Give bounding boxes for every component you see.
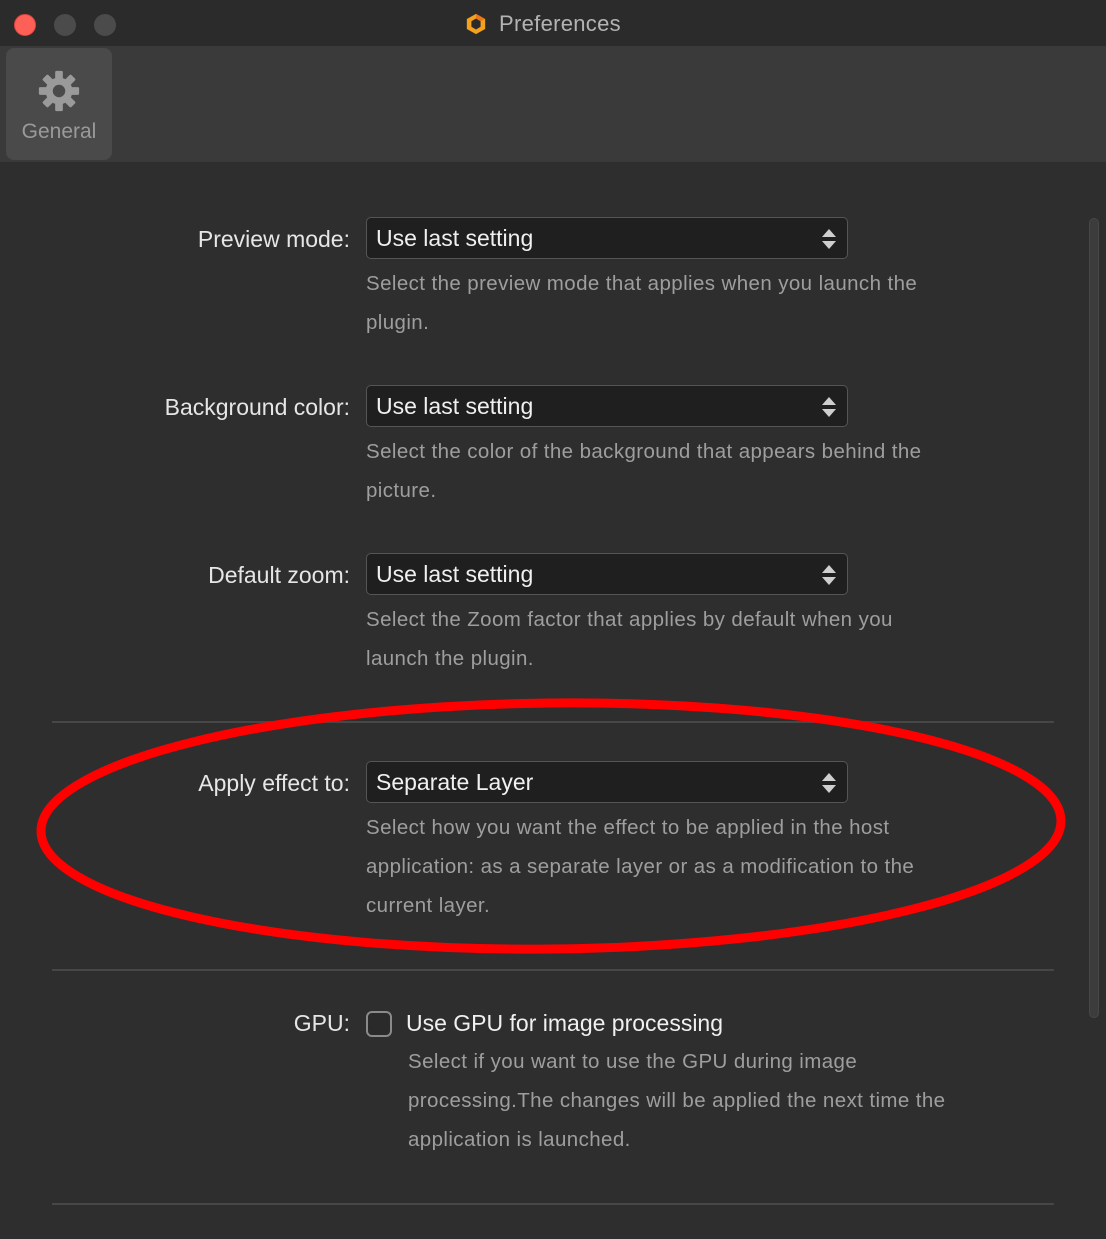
tab-general[interactable]: General [6, 48, 112, 160]
preview-mode-label: Preview mode: [197, 226, 350, 252]
description-line: Select the Zoom factor that applies by d… [366, 608, 893, 631]
description-line: application: as a separate layer or as a… [366, 855, 915, 878]
description-line: plugin. [366, 311, 430, 334]
apply-effect-description: Select how you want the effect to be app… [366, 808, 1026, 925]
select-arrows-icon [822, 397, 836, 417]
window-title: Preferences [499, 11, 621, 36]
preview-mode-description: Select the preview mode that applies whe… [366, 264, 1026, 342]
window-title-area: Preferences [0, 0, 1106, 48]
default-zoom-description: Select the Zoom factor that applies by d… [366, 600, 1026, 678]
description-line: current layer. [366, 894, 491, 917]
description-line: application is launched. [408, 1128, 631, 1151]
preview-mode-select[interactable]: Use last setting [366, 217, 848, 259]
description-line: Select if you want to use the GPU during… [408, 1050, 858, 1073]
tab-general-label: General [21, 120, 97, 143]
select-arrows-icon [822, 773, 836, 793]
description-line: Select how you want the effect to be app… [366, 816, 890, 839]
section-divider [52, 1203, 1054, 1205]
gear-icon [38, 70, 80, 112]
apply-effect-value: Separate Layer [376, 769, 534, 795]
default-zoom-value: Use last setting [376, 561, 534, 587]
gpu-label: GPU: [293, 1010, 350, 1036]
select-arrows-icon [822, 565, 836, 585]
select-arrows-icon [822, 229, 836, 249]
preferences-window: Preferences General Preview mode: Use la… [0, 0, 1106, 1239]
description-line: picture. [366, 479, 437, 502]
section-divider [52, 721, 1054, 723]
background-color-value: Use last setting [376, 393, 534, 419]
description-line: launch the plugin. [366, 647, 534, 670]
hexagon-logo-icon [466, 13, 486, 35]
title-bar: Preferences [0, 0, 1106, 48]
vertical-scrollbar[interactable] [1089, 218, 1099, 1018]
section-divider [52, 969, 1054, 971]
description-line: Select the color of the background that … [366, 440, 922, 463]
gpu-description: Select if you want to use the GPU during… [408, 1042, 1048, 1159]
description-line: Select the preview mode that applies whe… [366, 272, 918, 295]
background-color-label: Background color: [164, 394, 350, 420]
apply-effect-label: Apply effect to: [198, 770, 350, 796]
gpu-checkbox[interactable] [366, 1011, 392, 1037]
preferences-content: Preview mode: Use last setting Select th… [0, 162, 1106, 1239]
preview-mode-value: Use last setting [376, 225, 534, 251]
default-zoom-select[interactable]: Use last setting [366, 553, 848, 595]
background-color-select[interactable]: Use last setting [366, 385, 848, 427]
preferences-toolbar: General [0, 46, 1106, 162]
description-line: processing.The changes will be applied t… [408, 1089, 946, 1112]
default-zoom-label: Default zoom: [208, 562, 350, 588]
background-color-description: Select the color of the background that … [366, 432, 1026, 510]
apply-effect-select[interactable]: Separate Layer [366, 761, 848, 803]
gpu-checkbox-label[interactable]: Use GPU for image processing [406, 1010, 723, 1037]
